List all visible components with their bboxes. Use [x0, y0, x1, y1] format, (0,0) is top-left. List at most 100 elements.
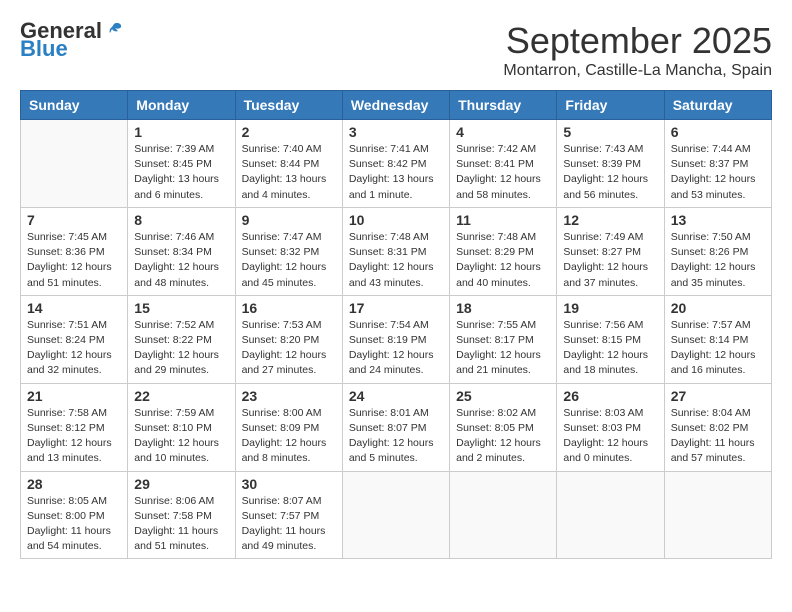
calendar: SundayMondayTuesdayWednesdayThursdayFrid… [20, 90, 772, 559]
day-info: Sunrise: 7:54 AM Sunset: 8:19 PM Dayligh… [349, 318, 443, 379]
day-cell: 20 Sunrise: 7:57 AM Sunset: 8:14 PM Dayli… [664, 295, 771, 383]
day-info: Sunrise: 7:50 AM Sunset: 8:26 PM Dayligh… [671, 230, 765, 291]
day-info: Sunrise: 7:45 AM Sunset: 8:36 PM Dayligh… [27, 230, 121, 291]
month-title: September 2025 [503, 20, 772, 62]
day-cell [342, 471, 449, 559]
week-row-5: 28 Sunrise: 8:05 AM Sunset: 8:00 PM Dayli… [21, 471, 772, 559]
day-number: 9 [242, 212, 336, 228]
day-number: 8 [134, 212, 228, 228]
logo: General Blue [20, 20, 124, 60]
day-number: 26 [563, 388, 657, 404]
day-number: 7 [27, 212, 121, 228]
weekday-header-thursday: Thursday [450, 91, 557, 120]
page-header: General Blue September 2025 Montarron, C… [20, 20, 772, 80]
day-cell: 24 Sunrise: 8:01 AM Sunset: 8:07 PM Dayli… [342, 383, 449, 471]
day-number: 22 [134, 388, 228, 404]
day-cell: 1Sunrise: 7:39 AM Sunset: 8:45 PM Daylig… [128, 120, 235, 208]
day-info: Sunrise: 7:49 AM Sunset: 8:27 PM Dayligh… [563, 230, 657, 291]
weekday-header-saturday: Saturday [664, 91, 771, 120]
day-number: 17 [349, 300, 443, 316]
day-info: Sunrise: 8:00 AM Sunset: 8:09 PM Dayligh… [242, 406, 336, 467]
day-info: Sunrise: 7:53 AM Sunset: 8:20 PM Dayligh… [242, 318, 336, 379]
day-info: Sunrise: 7:42 AM Sunset: 8:41 PM Dayligh… [456, 142, 550, 203]
logo-blue: Blue [20, 38, 68, 60]
day-cell: 5Sunrise: 7:43 AM Sunset: 8:39 PM Daylig… [557, 120, 664, 208]
day-number: 3 [349, 124, 443, 140]
day-cell: 14 Sunrise: 7:51 AM Sunset: 8:24 PM Dayli… [21, 295, 128, 383]
day-cell: 9 Sunrise: 7:47 AM Sunset: 8:32 PM Daylig… [235, 207, 342, 295]
day-cell: 10 Sunrise: 7:48 AM Sunset: 8:31 PM Dayli… [342, 207, 449, 295]
day-info: Sunrise: 7:48 AM Sunset: 8:31 PM Dayligh… [349, 230, 443, 291]
day-cell: 19Sunrise: 7:56 AM Sunset: 8:15 PM Dayli… [557, 295, 664, 383]
day-info: Sunrise: 7:40 AM Sunset: 8:44 PM Dayligh… [242, 142, 336, 203]
day-info: Sunrise: 7:46 AM Sunset: 8:34 PM Dayligh… [134, 230, 228, 291]
day-info: Sunrise: 8:03 AM Sunset: 8:03 PM Dayligh… [563, 406, 657, 467]
day-cell: 13 Sunrise: 7:50 AM Sunset: 8:26 PM Dayli… [664, 207, 771, 295]
weekday-header-row: SundayMondayTuesdayWednesdayThursdayFrid… [21, 91, 772, 120]
weekday-header-tuesday: Tuesday [235, 91, 342, 120]
day-info: Sunrise: 8:01 AM Sunset: 8:07 PM Dayligh… [349, 406, 443, 467]
day-number: 23 [242, 388, 336, 404]
day-info: Sunrise: 8:05 AM Sunset: 8:00 PM Dayligh… [27, 494, 121, 555]
day-info: Sunrise: 7:52 AM Sunset: 8:22 PM Dayligh… [134, 318, 228, 379]
day-number: 4 [456, 124, 550, 140]
day-number: 14 [27, 300, 121, 316]
day-number: 10 [349, 212, 443, 228]
weekday-header-friday: Friday [557, 91, 664, 120]
day-info: Sunrise: 7:44 AM Sunset: 8:37 PM Dayligh… [671, 142, 765, 203]
day-number: 29 [134, 476, 228, 492]
day-cell [557, 471, 664, 559]
day-cell: 27 Sunrise: 8:04 AM Sunset: 8:02 PM Dayli… [664, 383, 771, 471]
day-info: Sunrise: 8:02 AM Sunset: 8:05 PM Dayligh… [456, 406, 550, 467]
day-cell: 26 Sunrise: 8:03 AM Sunset: 8:03 PM Dayli… [557, 383, 664, 471]
day-cell: 30Sunrise: 8:07 AM Sunset: 7:57 PM Dayli… [235, 471, 342, 559]
day-cell: 18Sunrise: 7:55 AM Sunset: 8:17 PM Dayli… [450, 295, 557, 383]
day-info: Sunrise: 7:47 AM Sunset: 8:32 PM Dayligh… [242, 230, 336, 291]
day-cell: 6 Sunrise: 7:44 AM Sunset: 8:37 PM Daylig… [664, 120, 771, 208]
day-info: Sunrise: 8:06 AM Sunset: 7:58 PM Dayligh… [134, 494, 228, 555]
title-block: September 2025 Montarron, Castille-La Ma… [503, 20, 772, 80]
day-cell [664, 471, 771, 559]
day-number: 24 [349, 388, 443, 404]
day-number: 20 [671, 300, 765, 316]
day-cell: 8 Sunrise: 7:46 AM Sunset: 8:34 PM Daylig… [128, 207, 235, 295]
day-number: 19 [563, 300, 657, 316]
day-number: 2 [242, 124, 336, 140]
week-row-1: 1Sunrise: 7:39 AM Sunset: 8:45 PM Daylig… [21, 120, 772, 208]
day-cell: 2 Sunrise: 7:40 AM Sunset: 8:44 PM Daylig… [235, 120, 342, 208]
day-info: Sunrise: 7:43 AM Sunset: 8:39 PM Dayligh… [563, 142, 657, 203]
day-number: 28 [27, 476, 121, 492]
day-cell: 25 Sunrise: 8:02 AM Sunset: 8:05 PM Dayli… [450, 383, 557, 471]
day-cell: 21 Sunrise: 7:58 AM Sunset: 8:12 PM Dayli… [21, 383, 128, 471]
day-cell: 16Sunrise: 7:53 AM Sunset: 8:20 PM Dayli… [235, 295, 342, 383]
day-info: Sunrise: 8:07 AM Sunset: 7:57 PM Dayligh… [242, 494, 336, 555]
day-info: Sunrise: 7:57 AM Sunset: 8:14 PM Dayligh… [671, 318, 765, 379]
day-number: 13 [671, 212, 765, 228]
day-cell: 28 Sunrise: 8:05 AM Sunset: 8:00 PM Dayli… [21, 471, 128, 559]
day-number: 12 [563, 212, 657, 228]
day-number: 6 [671, 124, 765, 140]
day-cell: 17 Sunrise: 7:54 AM Sunset: 8:19 PM Dayli… [342, 295, 449, 383]
day-number: 25 [456, 388, 550, 404]
day-number: 27 [671, 388, 765, 404]
day-info: Sunrise: 7:58 AM Sunset: 8:12 PM Dayligh… [27, 406, 121, 467]
day-info: Sunrise: 7:59 AM Sunset: 8:10 PM Dayligh… [134, 406, 228, 467]
day-cell: 3 Sunrise: 7:41 AM Sunset: 8:42 PM Daylig… [342, 120, 449, 208]
day-number: 18 [456, 300, 550, 316]
weekday-header-monday: Monday [128, 91, 235, 120]
day-info: Sunrise: 7:48 AM Sunset: 8:29 PM Dayligh… [456, 230, 550, 291]
day-cell: 15 Sunrise: 7:52 AM Sunset: 8:22 PM Dayli… [128, 295, 235, 383]
day-cell: 23 Sunrise: 8:00 AM Sunset: 8:09 PM Dayli… [235, 383, 342, 471]
day-number: 21 [27, 388, 121, 404]
day-cell: 7 Sunrise: 7:45 AM Sunset: 8:36 PM Daylig… [21, 207, 128, 295]
day-info: Sunrise: 7:41 AM Sunset: 8:42 PM Dayligh… [349, 142, 443, 203]
day-cell [21, 120, 128, 208]
logo-bird-icon [104, 21, 124, 41]
day-cell: 11Sunrise: 7:48 AM Sunset: 8:29 PM Dayli… [450, 207, 557, 295]
weekday-header-sunday: Sunday [21, 91, 128, 120]
day-number: 15 [134, 300, 228, 316]
day-info: Sunrise: 7:51 AM Sunset: 8:24 PM Dayligh… [27, 318, 121, 379]
day-cell: 12 Sunrise: 7:49 AM Sunset: 8:27 PM Dayli… [557, 207, 664, 295]
day-info: Sunrise: 8:04 AM Sunset: 8:02 PM Dayligh… [671, 406, 765, 467]
day-cell: 22 Sunrise: 7:59 AM Sunset: 8:10 PM Dayli… [128, 383, 235, 471]
